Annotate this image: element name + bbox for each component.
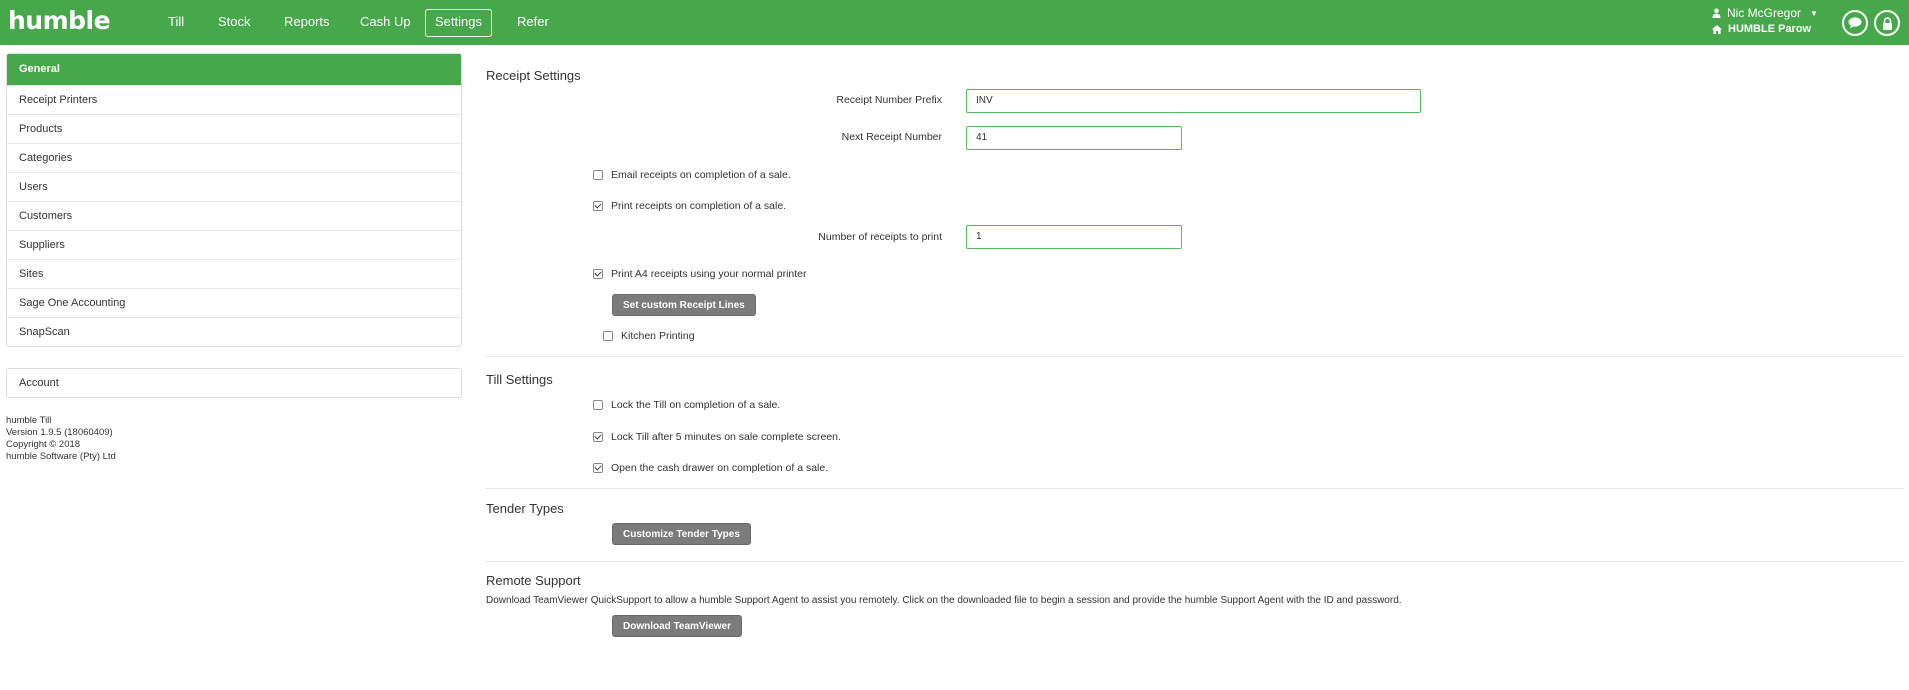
remote-support-description: Download TeamViewer QuickSupport to allo… xyxy=(486,595,1402,606)
lock-button[interactable] xyxy=(1874,10,1900,36)
sidebar-item-customers[interactable]: Customers xyxy=(7,201,461,230)
print-receipts-checkbox[interactable] xyxy=(593,201,603,211)
kitchen-printing-row: Kitchen Printing xyxy=(603,330,695,342)
section-divider xyxy=(486,561,1904,562)
next-receipt-number-label: Next Receipt Number xyxy=(841,131,942,143)
nav-cash-up[interactable]: Cash Up xyxy=(351,9,420,35)
till-settings-title: Till Settings xyxy=(486,372,553,387)
email-receipts-row: Email receipts on completion of a sale. xyxy=(593,169,791,181)
app-company: humble Software (Pty) Ltd xyxy=(6,451,116,462)
app-version: Version 1.9.5 (18060409) xyxy=(6,427,113,438)
lock-till-checkbox[interactable] xyxy=(593,400,603,410)
app-version-info: humble Till Version 1.9.5 (18060409) Cop… xyxy=(6,415,116,463)
sidebar-item-suppliers[interactable]: Suppliers xyxy=(7,230,461,259)
tender-types-title: Tender Types xyxy=(486,501,564,516)
app-name: humble Till xyxy=(6,415,52,426)
email-receipts-checkbox[interactable] xyxy=(593,170,603,180)
section-divider xyxy=(486,356,1904,357)
kitchen-printing-label: Kitchen Printing xyxy=(621,330,695,342)
kitchen-printing-checkbox[interactable] xyxy=(603,331,613,341)
lock-till-row: Lock the Till on completion of a sale. xyxy=(593,399,780,411)
humble-logo[interactable]: humble xyxy=(8,6,111,35)
print-receipts-label: Print receipts on completion of a sale. xyxy=(611,200,787,212)
sidebar-item-receipt-printers[interactable]: Receipt Printers xyxy=(7,85,461,114)
site-name: HUMBLE Parow xyxy=(1728,23,1812,35)
sidebar-item-categories[interactable]: Categories xyxy=(7,143,461,172)
lock-till-5min-checkbox[interactable] xyxy=(593,432,603,442)
a4-receipts-label: Print A4 receipts using your normal prin… xyxy=(611,268,807,280)
next-receipt-number-input[interactable]: 41 xyxy=(966,126,1182,150)
receipt-prefix-input[interactable]: INV xyxy=(966,89,1421,113)
email-receipts-label: Email receipts on completion of a sale. xyxy=(611,169,791,181)
lock-till-label: Lock the Till on completion of a sale. xyxy=(611,399,781,411)
sidebar-item-sage-one-accounting[interactable]: Sage One Accounting xyxy=(7,288,461,317)
sidebar-item-sites[interactable]: Sites xyxy=(7,259,461,288)
a4-receipts-row: Print A4 receipts using your normal prin… xyxy=(593,268,807,280)
cash-drawer-checkbox[interactable] xyxy=(593,463,603,473)
nav-refer[interactable]: Refer xyxy=(508,9,558,35)
download-teamviewer-button[interactable]: Download TeamViewer xyxy=(612,615,742,637)
receipts-count-label: Number of receipts to print xyxy=(818,231,942,243)
home-icon xyxy=(1712,24,1722,34)
receipt-prefix-label: Receipt Number Prefix xyxy=(836,94,942,106)
a4-receipts-checkbox[interactable] xyxy=(593,269,603,279)
chat-icon xyxy=(1848,17,1862,29)
nav-stock[interactable]: Stock xyxy=(209,9,260,35)
receipts-count-input[interactable]: 1 xyxy=(966,225,1182,249)
app-copyright: Copyright © 2018 xyxy=(6,439,81,450)
sidebar-item-products[interactable]: Products xyxy=(7,114,461,143)
lock-icon xyxy=(1882,16,1892,30)
caret-down-icon: ▼ xyxy=(1810,8,1818,18)
sidebar-item-users[interactable]: Users xyxy=(7,172,461,201)
chat-button[interactable] xyxy=(1842,10,1868,36)
settings-sidebar: General Receipt Printers Products Catego… xyxy=(6,53,462,347)
sidebar-item-snapscan[interactable]: SnapScan xyxy=(7,317,461,346)
user-icon xyxy=(1712,8,1721,18)
nav-till[interactable]: Till xyxy=(159,9,193,35)
nav-reports[interactable]: Reports xyxy=(275,9,339,35)
sidebar-item-account[interactable]: Account xyxy=(6,368,462,398)
print-receipts-row: Print receipts on completion of a sale. xyxy=(593,200,786,212)
section-divider xyxy=(486,488,1904,489)
current-site: HUMBLE Parow xyxy=(1712,21,1818,37)
receipt-settings-title: Receipt Settings xyxy=(486,68,581,83)
lock-till-5min-row: Lock Till after 5 minutes on sale comple… xyxy=(593,431,841,443)
sidebar-item-general[interactable]: General xyxy=(7,54,461,85)
nav-settings[interactable]: Settings xyxy=(425,9,492,37)
cash-drawer-label: Open the cash drawer on completion of a … xyxy=(611,462,829,474)
top-navbar: humble Till Stock Reports Cash Up Settin… xyxy=(0,0,1909,45)
cash-drawer-row: Open the cash drawer on completion of a … xyxy=(593,462,828,474)
lock-till-5min-label: Lock Till after 5 minutes on sale comple… xyxy=(611,431,841,443)
user-dropdown-toggle[interactable]: Nic McGregor ▼ xyxy=(1712,5,1818,21)
user-name: Nic McGregor xyxy=(1727,6,1802,20)
user-menu[interactable]: Nic McGregor ▼ HUMBLE Parow xyxy=(1712,5,1818,37)
custom-receipt-lines-button[interactable]: Set custom Receipt Lines xyxy=(612,294,756,316)
customize-tender-types-button[interactable]: Customize Tender Types xyxy=(612,523,751,545)
remote-support-title: Remote Support xyxy=(486,573,581,588)
